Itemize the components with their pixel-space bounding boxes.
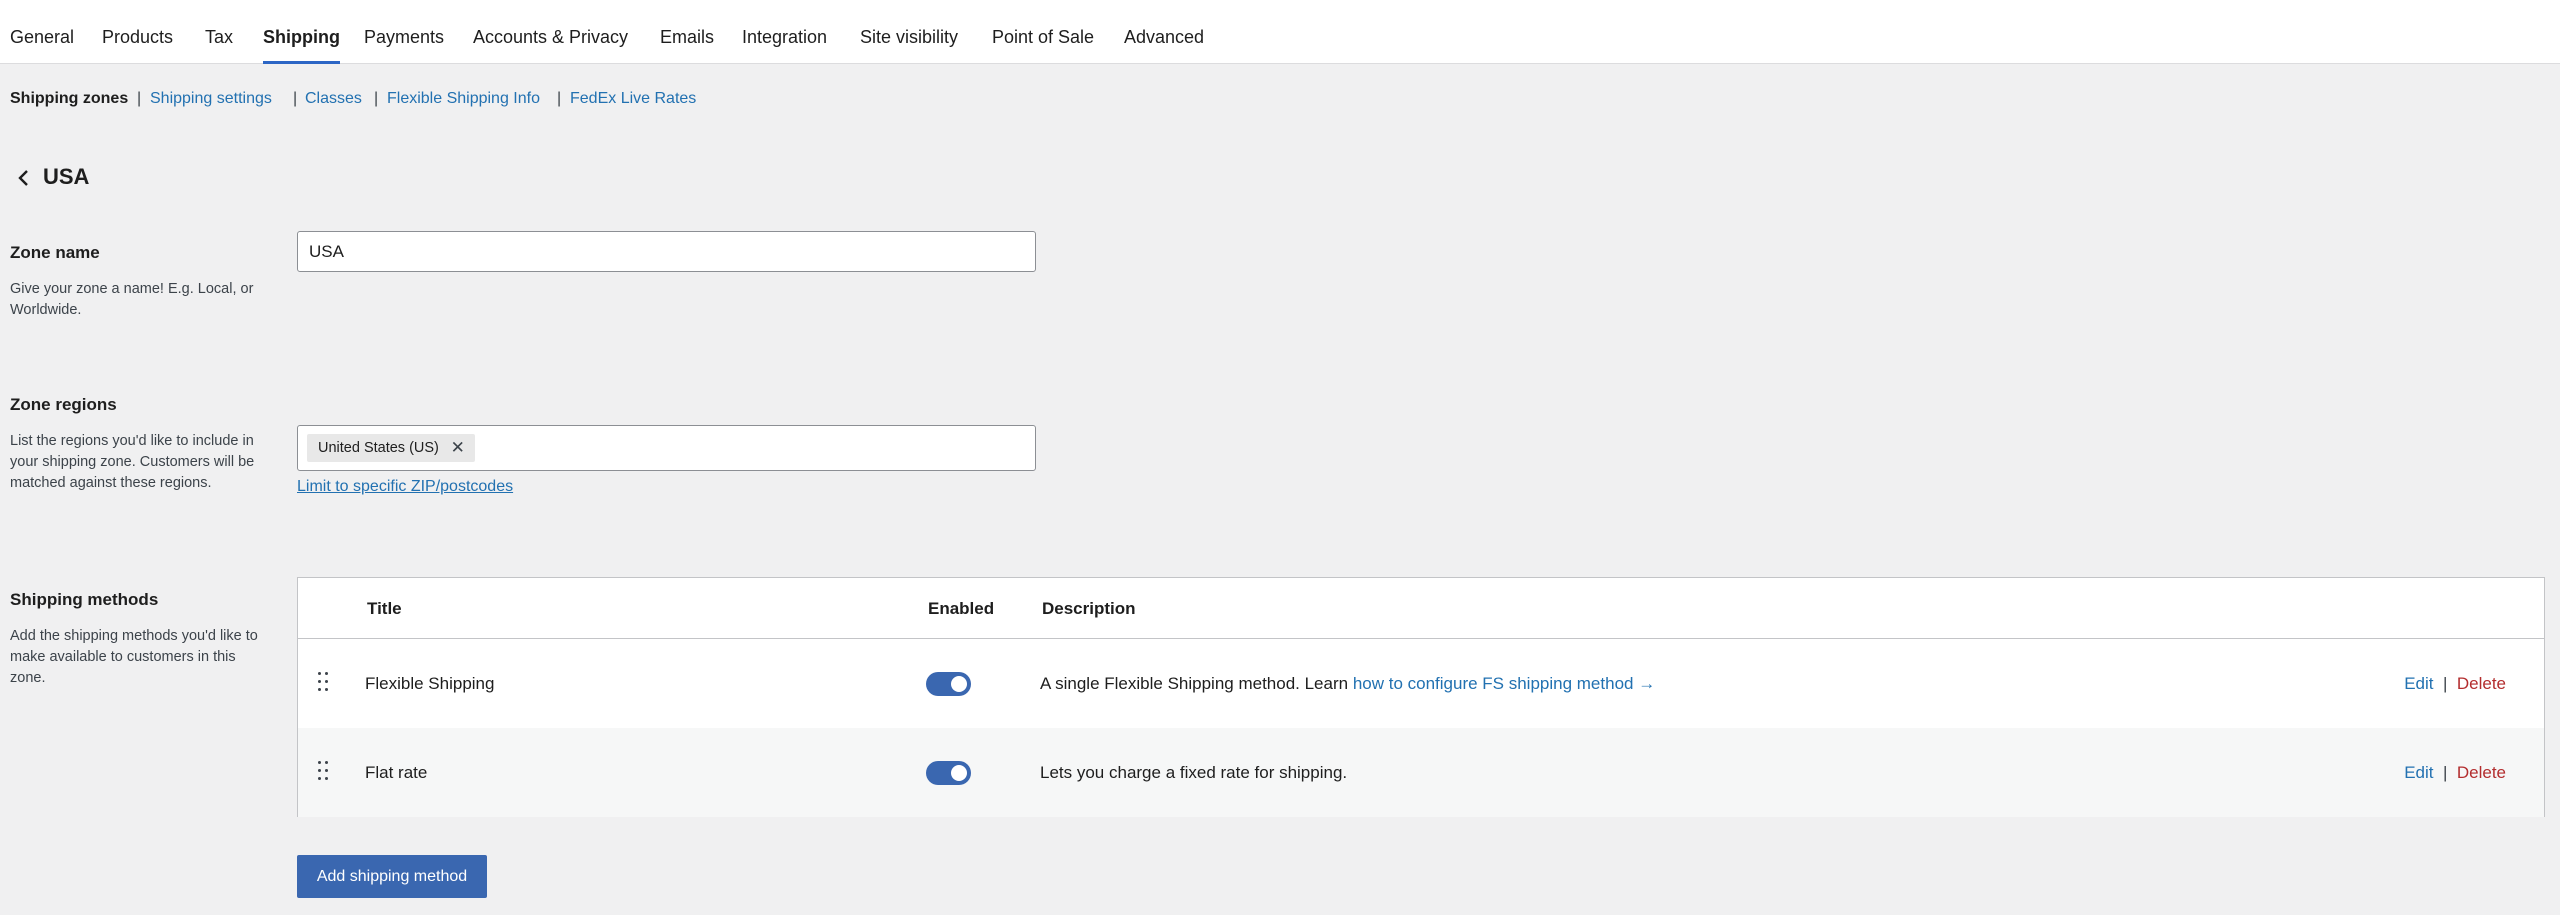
subnav-flexible-shipping-info[interactable]: Flexible Shipping Info (387, 90, 540, 108)
zone-name-label: Zone name (10, 243, 100, 262)
shipping-methods-label: Shipping methods (10, 590, 159, 609)
tab-advanced[interactable]: Advanced (1124, 0, 1204, 64)
delete-link[interactable]: Delete (2457, 674, 2506, 693)
method-title: Flexible Shipping (365, 674, 495, 693)
settings-tabs: General Products Tax Shipping Payments A… (0, 0, 2560, 64)
column-enabled: Enabled (928, 599, 995, 618)
subnav-classes[interactable]: Classes (305, 90, 362, 108)
delete-link[interactable]: Delete (2457, 763, 2506, 782)
table-row: Flat rate Lets you charge a fixed rate f… (298, 728, 2544, 817)
tab-integration[interactable]: Integration (742, 0, 827, 64)
toggle-knob (951, 765, 967, 781)
action-separator: | (2438, 763, 2453, 782)
method-description-text: A single Flexible Shipping method. Learn (1040, 674, 1353, 693)
subnav-shipping-settings[interactable]: Shipping settings (150, 90, 272, 108)
limit-postcodes-link[interactable]: Limit to specific ZIP/postcodes (297, 478, 513, 496)
tab-site-visibility[interactable]: Site visibility (860, 0, 958, 64)
remove-region-icon[interactable]: ✕ (451, 434, 465, 462)
zone-name-description: Give your zone a name! E.g. Local, or Wo… (10, 281, 254, 318)
add-shipping-method-button[interactable]: Add shipping method (297, 855, 487, 898)
tab-emails[interactable]: Emails (660, 0, 714, 64)
tab-products[interactable]: Products (102, 0, 173, 64)
subnav-separator: | (557, 90, 562, 107)
tab-tax[interactable]: Tax (205, 0, 233, 64)
drag-handle-icon[interactable] (318, 761, 332, 783)
enabled-toggle[interactable] (926, 761, 971, 785)
tab-general[interactable]: General (10, 0, 74, 64)
table-row: Flexible Shipping A single Flexible Ship… (298, 639, 2544, 728)
region-chip-label: United States (US) (318, 440, 439, 456)
action-separator: | (2438, 674, 2453, 693)
tab-accounts-privacy[interactable]: Accounts & Privacy (473, 0, 628, 64)
region-chip: United States (US) ✕ (307, 434, 475, 462)
tab-point-of-sale[interactable]: Point of Sale (992, 0, 1094, 64)
column-title: Title (367, 599, 402, 618)
edit-link[interactable]: Edit (2404, 674, 2433, 693)
zone-name-input[interactable] (297, 231, 1036, 272)
subnav-separator: | (137, 90, 142, 107)
edit-link[interactable]: Edit (2404, 763, 2433, 782)
row-actions: Edit | Delete (2404, 728, 2506, 817)
shipping-methods-description: Add the shipping methods you'd like to m… (10, 628, 258, 686)
tab-payments[interactable]: Payments (364, 0, 444, 64)
method-description: Lets you charge a fixed rate for shippin… (1040, 763, 1348, 782)
page-title: USA (43, 164, 90, 189)
subnav-shipping-zones[interactable]: Shipping zones (10, 90, 128, 108)
subnav-fedex-live-rates[interactable]: FedEx Live Rates (570, 90, 696, 108)
shipping-methods-table: Title Enabled Description Flexible Shipp… (297, 577, 2545, 817)
subnav-separator: | (293, 90, 298, 107)
enabled-toggle[interactable] (926, 672, 971, 696)
configure-fs-link[interactable]: how to configure FS shipping method → (1353, 674, 1655, 693)
zone-regions-label: Zone regions (10, 395, 117, 414)
drag-handle-icon[interactable] (318, 672, 332, 694)
toggle-knob (951, 676, 967, 692)
tab-shipping[interactable]: Shipping (263, 0, 340, 64)
back-chevron-icon[interactable] (12, 166, 36, 190)
subnav-separator: | (374, 90, 379, 107)
method-description: A single Flexible Shipping method. Learn… (1040, 639, 1655, 728)
zone-regions-description: List the regions you'd like to include i… (10, 433, 255, 491)
table-header: Title Enabled Description (298, 578, 2544, 639)
row-actions: Edit | Delete (2404, 639, 2506, 728)
column-description: Description (1042, 599, 1136, 618)
zone-regions-select[interactable]: United States (US) ✕ (297, 425, 1036, 471)
method-title: Flat rate (365, 763, 428, 782)
